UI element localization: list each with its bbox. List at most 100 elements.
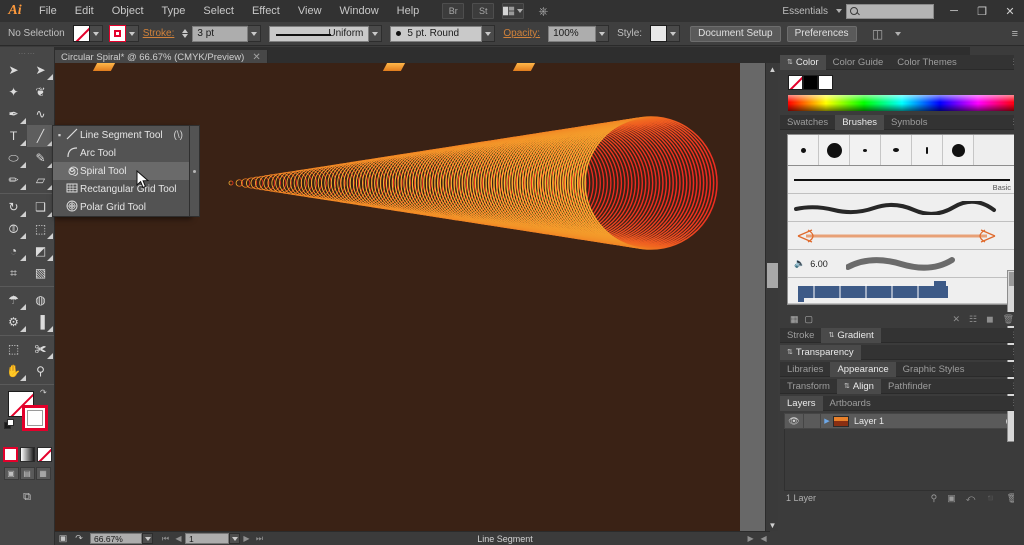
stroke-dropdown-arrow[interactable] — [125, 25, 139, 42]
restore-button[interactable]: ❐ — [968, 0, 996, 22]
lasso-tool[interactable]: ❦ — [27, 81, 54, 103]
hand-tool[interactable]: ✋ — [0, 360, 27, 382]
tab-transparency[interactable]: ⇅ Transparency — [780, 344, 861, 360]
swatch-none[interactable] — [788, 75, 803, 90]
tab-pathfinder[interactable]: Pathfinder — [881, 379, 938, 394]
default-fill-stroke-icon[interactable] — [4, 419, 15, 430]
stroke-weight-input[interactable]: 3 pt — [192, 25, 249, 42]
bridge-icon[interactable]: Br — [442, 3, 465, 19]
zoom-level-input[interactable]: 66.67% — [90, 533, 142, 544]
width-tool[interactable]: ⦷ — [0, 218, 27, 240]
hscroll-left-button[interactable]: ◀ — [757, 533, 770, 545]
remove-brush-stroke-icon[interactable]: ✕ — [952, 314, 960, 325]
tab-color-themes[interactable]: Color Themes — [890, 55, 964, 70]
flyout-item-rect-grid[interactable]: Rectangular Grid Tool — [53, 180, 189, 198]
brush-list-item[interactable] — [788, 194, 1016, 222]
tab-color[interactable]: ⇅ Color — [780, 54, 826, 70]
symbol-sprayer-tool[interactable]: ⚙ — [0, 311, 27, 333]
draw-behind-icon[interactable]: ▤ — [19, 467, 35, 480]
chevron-down-icon[interactable] — [894, 31, 901, 36]
tools-panel-grip[interactable]: ⋯⋯ — [0, 47, 54, 59]
status-menu-button[interactable]: ▶ — [744, 533, 757, 545]
new-sublayer-icon[interactable]: ⤺ — [966, 493, 976, 504]
delete-brush-icon[interactable]: 🗑 — [1003, 314, 1014, 325]
graphic-style-swatch[interactable] — [650, 25, 668, 42]
menu-select[interactable]: Select — [194, 0, 243, 22]
slice-tool[interactable]: ✀ — [27, 338, 54, 360]
controlbar-panel-menu[interactable]: ≡ — [1012, 28, 1018, 40]
workspace-switcher-icon[interactable]: ⎈ — [532, 3, 554, 19]
expand-triangle-icon[interactable]: ▶ — [821, 417, 833, 425]
menu-object[interactable]: Object — [103, 0, 153, 22]
layer-name[interactable]: Layer 1 — [854, 416, 1006, 426]
gradient-fill-mode-icon[interactable] — [19, 447, 35, 462]
color-spectrum-bar[interactable] — [788, 95, 1016, 111]
eye-icon[interactable]: 👁 — [785, 416, 803, 427]
chevron-down-icon[interactable] — [836, 9, 842, 13]
tab-graphic-styles[interactable]: Graphic Styles — [896, 362, 972, 377]
stroke-profile-dropdown[interactable] — [369, 25, 383, 42]
tab-align[interactable]: ⇅ Align — [836, 378, 881, 394]
curvature-tool[interactable]: ∿ — [27, 103, 54, 125]
zoom-dropdown[interactable] — [142, 533, 153, 544]
arrange-documents-icon[interactable] — [502, 3, 525, 19]
tab-symbols[interactable]: Symbols — [884, 115, 934, 130]
tab-brushes[interactable]: Brushes — [835, 114, 885, 130]
brush-options-icon[interactable]: ☷ — [969, 314, 977, 325]
locate-object-icon[interactable]: ⚲ — [931, 493, 938, 504]
first-artboard-button[interactable]: ⏮ — [159, 533, 172, 545]
menu-type[interactable]: Type — [153, 0, 195, 22]
rotate-tool[interactable]: ↻ — [0, 196, 27, 218]
stroke-weight-dropdown[interactable] — [248, 25, 262, 42]
scroll-down-icon[interactable]: ▼ — [766, 519, 779, 531]
line-segment-tool[interactable]: ╱ — [27, 125, 54, 147]
change-screen-mode-icon[interactable]: ⧉ — [16, 490, 38, 505]
vertical-scroll-thumb[interactable] — [767, 263, 778, 288]
flyout-tearoff-handle[interactable] — [190, 125, 200, 217]
layer-row[interactable]: 👁 ▶ Layer 1 — [784, 413, 1020, 429]
brush-swatch[interactable] — [819, 135, 850, 165]
artboard-number-input[interactable]: 1 — [185, 533, 229, 544]
ellipse-tool[interactable]: ⬭ — [0, 147, 27, 169]
document-setup-button[interactable]: Document Setup — [690, 25, 781, 42]
selection-tool[interactable]: ➤ — [0, 59, 27, 81]
menu-file[interactable]: File — [30, 0, 66, 22]
new-layer-icon[interactable]: ◾ — [985, 493, 996, 504]
artboard-tool[interactable]: ⬚ — [0, 338, 27, 360]
stroke-weight-spinner[interactable] — [182, 26, 191, 42]
brush-swatch[interactable] — [788, 135, 819, 165]
close-button[interactable]: ✕ — [996, 0, 1024, 22]
brush-swatch[interactable] — [912, 135, 943, 165]
brush-definition-select[interactable]: 5 pt. Round — [390, 25, 483, 42]
brush-definition-dropdown[interactable] — [482, 25, 496, 42]
draw-inside-icon[interactable]: ▦ — [35, 467, 51, 480]
artboard-nav-icon[interactable]: ▣ — [55, 533, 71, 545]
opacity-input[interactable]: 100% — [548, 25, 597, 42]
menu-window[interactable]: Window — [331, 0, 388, 22]
scroll-up-icon[interactable]: ▲ — [766, 63, 779, 75]
prev-artboard-button[interactable]: ◀ — [172, 533, 185, 545]
brush-libraries-icon[interactable]: ▦ — [790, 314, 799, 325]
minimize-button[interactable]: ─ — [940, 0, 968, 22]
fill-dropdown-arrow[interactable] — [89, 25, 103, 42]
stock-icon[interactable]: St — [472, 3, 495, 19]
swatch-white[interactable] — [818, 75, 833, 90]
eraser-tool[interactable]: ▱ — [27, 169, 54, 191]
brush-list-item[interactable]: Basic — [788, 166, 1016, 194]
swatch-black[interactable] — [803, 75, 818, 90]
opacity-dropdown[interactable] — [596, 25, 610, 42]
direct-selection-tool[interactable]: ➤ — [27, 59, 54, 81]
tab-layers[interactable]: Layers — [780, 395, 823, 411]
fill-color-swatch[interactable] — [72, 25, 90, 42]
search-input[interactable] — [846, 3, 934, 19]
free-transform-tool[interactable]: ⬚ — [27, 218, 54, 240]
shape-builder-tool[interactable]: ◔ — [0, 240, 27, 262]
artboard-dropdown[interactable] — [229, 533, 240, 544]
flyout-item-polar-grid[interactable]: Polar Grid Tool — [53, 198, 189, 216]
dock-collapse-strip[interactable] — [1014, 55, 1024, 545]
close-icon[interactable]: ✕ — [252, 52, 260, 63]
libraries-panel-icon[interactable]: ▢ — [805, 314, 814, 325]
canvas-vertical-scrollbar[interactable]: ▲ ▼ — [765, 63, 778, 531]
tab-gradient[interactable]: ⇅ Gradient — [821, 327, 881, 343]
eyedropper-tool[interactable]: ☂ — [0, 289, 27, 311]
